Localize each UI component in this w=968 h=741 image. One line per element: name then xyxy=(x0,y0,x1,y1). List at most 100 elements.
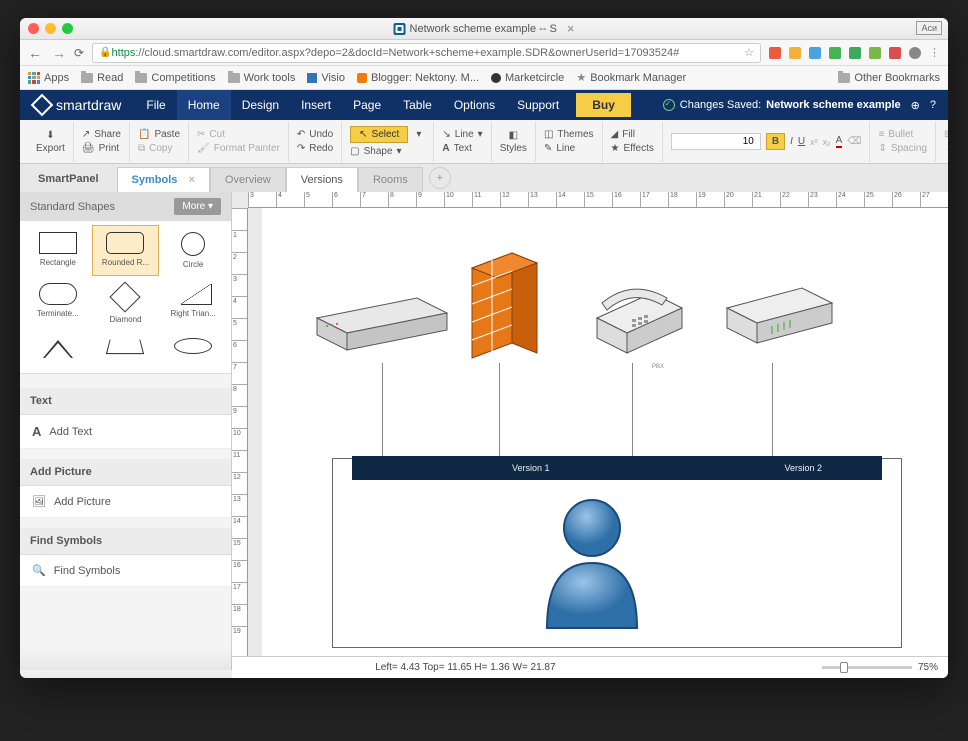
zoom-thumb[interactable] xyxy=(840,662,848,673)
align-button[interactable]: ⊞Align xyxy=(944,129,948,140)
print-button[interactable]: 🖨Print xyxy=(82,143,121,154)
underline-button[interactable]: U xyxy=(798,136,805,147)
forward-button[interactable]: → xyxy=(52,45,66,61)
format-painter-button[interactable]: 🖌Format Painter xyxy=(197,143,280,154)
menu-design[interactable]: Design xyxy=(231,90,290,120)
menu-options[interactable]: Options xyxy=(443,90,506,120)
italic-button[interactable]: I xyxy=(790,136,793,147)
shape-rectangle[interactable]: Rectangle xyxy=(24,225,92,276)
select-dropdown[interactable]: ▾ xyxy=(412,129,425,140)
close-window-button[interactable] xyxy=(28,23,39,34)
text-button[interactable]: AText xyxy=(442,143,482,154)
globe-icon[interactable]: ⊕ xyxy=(911,99,920,112)
address-bar[interactable]: 🔒 https ://cloud.smartdraw.com/editor.as… xyxy=(92,43,761,63)
tab-versions[interactable]: Versions xyxy=(286,167,358,192)
buy-button[interactable]: Buy xyxy=(576,93,631,117)
bullet-button[interactable]: ≡Bullet xyxy=(878,129,927,140)
shape-ellipse[interactable] xyxy=(159,331,227,369)
tab-overview[interactable]: Overview xyxy=(210,167,286,192)
menu-page[interactable]: Page xyxy=(342,90,392,120)
apps-button[interactable]: Apps xyxy=(28,72,69,84)
undo-button[interactable]: ↶Undo xyxy=(297,129,333,140)
bookmark-folder[interactable]: Competitions xyxy=(135,72,215,84)
shape-circle[interactable]: Circle xyxy=(159,225,227,276)
superscript-button[interactable]: x² xyxy=(810,137,818,147)
bookmark-star-icon[interactable]: ☆ xyxy=(744,46,754,59)
drawing-canvas[interactable]: PBX Version 1 Version 2 xyxy=(262,208,948,670)
export-button[interactable]: ⬇ Export xyxy=(36,130,65,154)
line-button[interactable]: ↘Line ▾ xyxy=(442,129,482,140)
chrome-profile-badge[interactable]: Аси xyxy=(916,21,942,35)
spacing-button[interactable]: ⇕Spacing xyxy=(878,143,927,154)
cut-button[interactable]: ✂Cut xyxy=(197,129,280,140)
shape-diamond[interactable]: Diamond xyxy=(92,276,160,331)
menu-home[interactable]: Home xyxy=(177,90,231,120)
shape-right-triangle[interactable]: Right Trian... xyxy=(159,276,227,331)
bookmark-folder[interactable]: Read xyxy=(81,72,123,84)
themes-button[interactable]: ◫Themes xyxy=(544,129,594,140)
zoom-slider[interactable] xyxy=(822,666,912,669)
bookmark-folder[interactable]: Work tools xyxy=(228,72,296,84)
chrome-menu-icon[interactable]: ⋮ xyxy=(929,46,940,59)
font-color-button[interactable]: A xyxy=(836,135,843,148)
help-icon[interactable]: ? xyxy=(930,99,936,111)
shape-terminate[interactable]: Terminate... xyxy=(24,276,92,331)
bookmark-item[interactable]: Marketcircle xyxy=(491,72,564,84)
add-text-button[interactable]: AAdd Text xyxy=(20,415,231,449)
add-picture-button[interactable]: 🖼Add Picture xyxy=(20,486,231,518)
tab-close-icon[interactable]: × xyxy=(567,21,575,36)
other-bookmarks[interactable]: Other Bookmarks xyxy=(838,72,940,84)
zoom-window-button[interactable] xyxy=(62,23,73,34)
more-shapes-button[interactable]: More ▾ xyxy=(174,198,221,215)
clear-format-button[interactable]: ⌫ xyxy=(847,136,861,147)
line-style-button[interactable]: ✎Line xyxy=(544,143,594,154)
extension-icon[interactable] xyxy=(889,47,901,59)
share-button[interactable]: ↗Share xyxy=(82,129,121,140)
shape-trapezoid[interactable] xyxy=(92,331,160,369)
bold-button[interactable]: B xyxy=(766,133,785,150)
tab-symbols[interactable]: Symbols × xyxy=(117,167,210,192)
copy-button[interactable]: ⧉Copy xyxy=(138,143,180,154)
extension-icon[interactable] xyxy=(849,47,861,59)
extension-icon[interactable] xyxy=(809,47,821,59)
close-icon[interactable]: × xyxy=(188,174,194,186)
styles-button[interactable]: ◧ Styles xyxy=(500,130,527,154)
shape-button[interactable]: ▢Shape ▾ xyxy=(350,146,425,157)
redo-button[interactable]: ↷Redo xyxy=(297,143,333,154)
font-size-input[interactable] xyxy=(671,133,761,150)
network-device-phone[interactable]: PBX xyxy=(582,273,692,373)
paste-button[interactable]: 📋Paste xyxy=(138,129,180,140)
extension-icon[interactable] xyxy=(869,47,881,59)
network-device-firewall[interactable] xyxy=(462,248,552,368)
user-symbol[interactable] xyxy=(532,488,652,638)
app-logo[interactable]: smartdraw xyxy=(20,97,135,113)
network-device-router[interactable] xyxy=(712,278,842,368)
effects-button[interactable]: ★Effects xyxy=(611,143,654,154)
menu-file[interactable]: File xyxy=(135,90,176,120)
extension-icon[interactable] xyxy=(769,47,781,59)
menu-table[interactable]: Table xyxy=(392,90,443,120)
fill-button[interactable]: ◢Fill xyxy=(611,129,654,140)
subscript-button[interactable]: x₂ xyxy=(823,137,831,147)
back-button[interactable]: ← xyxy=(28,45,42,61)
shape-rounded-rect[interactable]: Rounded R... xyxy=(92,225,160,276)
text-direction-button[interactable]: →Text Directio xyxy=(944,143,948,154)
extension-icon[interactable] xyxy=(909,47,921,59)
select-button[interactable]: ↖Select xyxy=(350,126,408,143)
extension-icon[interactable] xyxy=(789,47,801,59)
browser-tab[interactable]: Network scheme example -- S × xyxy=(394,21,575,36)
find-symbols-button[interactable]: 🔍Find Symbols xyxy=(20,555,231,587)
add-tab-button[interactable]: + xyxy=(429,167,451,189)
shape-triangle[interactable] xyxy=(24,331,92,369)
reload-button[interactable]: ⟳ xyxy=(74,46,84,60)
tab-rooms[interactable]: Rooms xyxy=(358,167,423,192)
bookmark-item[interactable]: Visio xyxy=(307,72,345,84)
menu-insert[interactable]: Insert xyxy=(290,90,342,120)
menu-support[interactable]: Support xyxy=(506,90,570,120)
network-device-rack[interactable] xyxy=(307,288,457,368)
bookmark-item[interactable]: ★Bookmark Manager xyxy=(576,71,686,84)
minimize-window-button[interactable] xyxy=(45,23,56,34)
extension-icon[interactable] xyxy=(829,47,841,59)
version-bar[interactable]: Version 1 Version 2 xyxy=(352,456,882,480)
bookmark-item[interactable]: Blogger: Nektony. M... xyxy=(357,72,479,84)
